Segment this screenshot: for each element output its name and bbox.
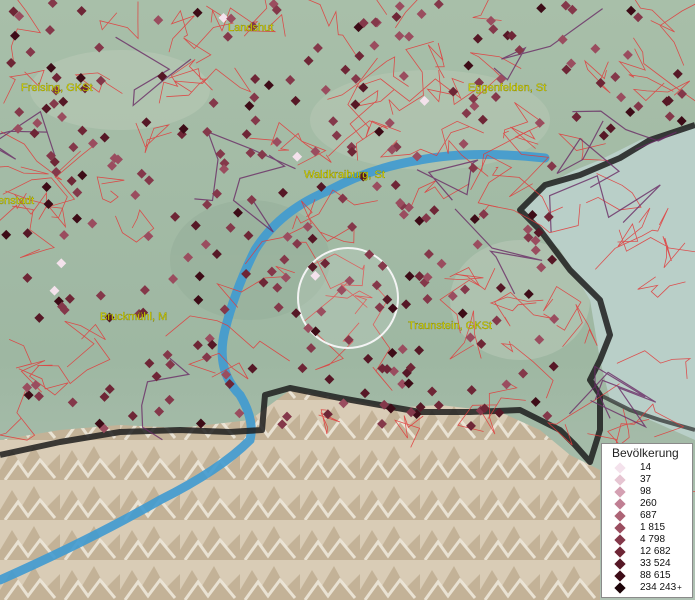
legend-row: 14 — [602, 462, 692, 474]
legend-label: 260 — [640, 498, 657, 509]
place-label-waldkraiburg: Waldkraiburg, St — [304, 169, 385, 181]
legend-label: 12 682 — [640, 546, 671, 557]
legend-row: 12 682 — [602, 546, 692, 558]
legend-label: 234 243+ — [640, 582, 682, 593]
legend-row: 234 243+ — [602, 582, 692, 594]
legend-symbol — [614, 510, 626, 522]
legend-label: 37 — [640, 474, 652, 485]
place-label-bruckmuehl: Bruckmühl, M — [100, 311, 167, 323]
place-label-traunstein: Traunstein, GKSt — [408, 320, 492, 332]
legend-label: 14 — [640, 462, 652, 473]
legend-row: 37 — [602, 474, 692, 486]
legend-symbol — [614, 582, 626, 594]
legend-symbol — [614, 498, 626, 510]
legend-symbol — [614, 558, 626, 570]
legend-symbol — [614, 570, 626, 582]
place-label-landshut: Landshut — [228, 22, 273, 34]
legend-row: 88 615 — [602, 570, 692, 582]
legend-label: 687 — [640, 510, 657, 521]
legend-row: 260 — [602, 498, 692, 510]
map-canvas[interactable]: Landshut Freising, GKSt Eggenfelden, St … — [0, 0, 695, 600]
place-label-edge: enstadt — [0, 195, 34, 207]
legend-label: 98 — [640, 486, 652, 497]
place-label-eggenfelden: Eggenfelden, St — [468, 82, 546, 94]
legend-symbol — [614, 486, 626, 498]
legend-title: Bevölkerung — [612, 446, 679, 460]
legend-label: 1 815 — [640, 522, 666, 533]
legend-symbol — [614, 474, 626, 486]
legend-row: 98 — [602, 486, 692, 498]
legend-label: 88 615 — [640, 570, 671, 581]
legend-rows: 14 37 98 260 687 1 815 4 798 12 682 33 524 88 615… — [602, 462, 692, 594]
place-label-freising: Freising, GKSt — [21, 82, 93, 94]
legend-plus: + — [677, 583, 682, 592]
legend-row: 1 815 — [602, 522, 692, 534]
legend-symbol — [614, 522, 626, 534]
legend-row: 33 524 — [602, 558, 692, 570]
legend-label: 33 524 — [640, 558, 671, 569]
legend-label: 4 798 — [640, 534, 666, 545]
legend-symbol — [614, 546, 626, 558]
legend-row: 687 — [602, 510, 692, 522]
population-legend: Bevölkerung 14 37 98 260 687 1 815 4 798 12 682… — [601, 443, 693, 598]
legend-row: 4 798 — [602, 534, 692, 546]
legend-symbol — [614, 462, 626, 474]
legend-symbol — [614, 534, 626, 546]
